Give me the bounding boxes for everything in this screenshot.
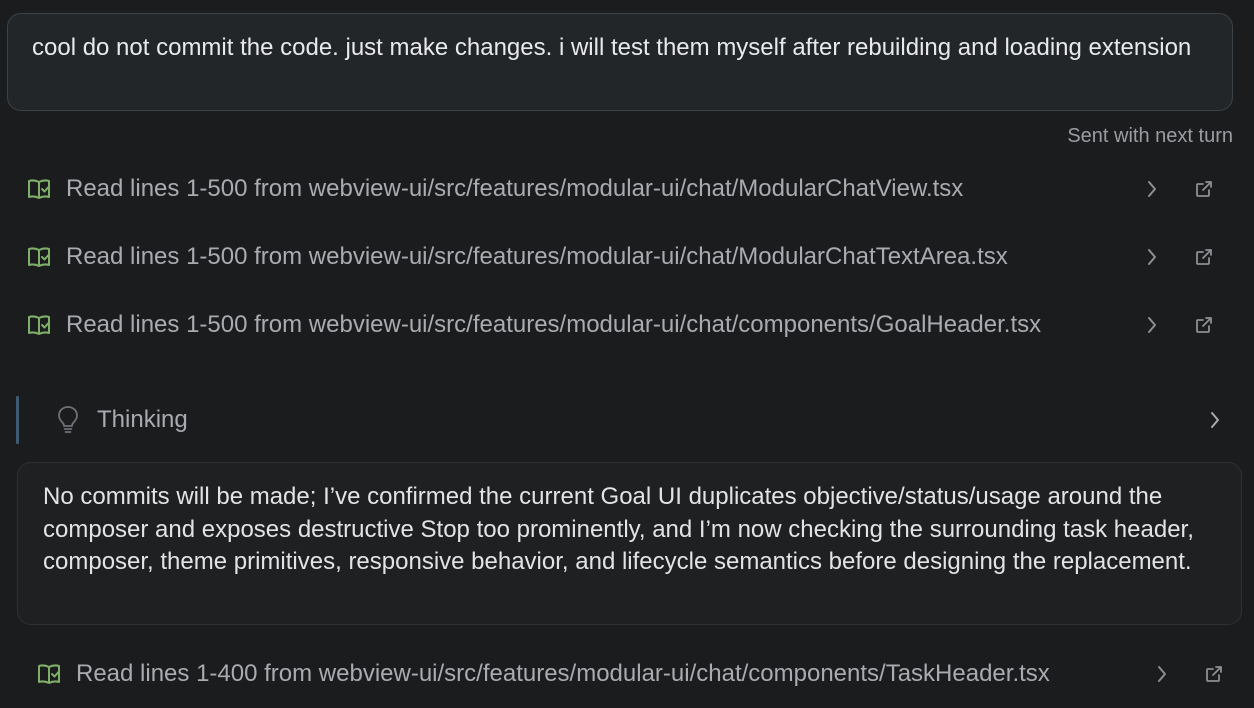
chevron-right-icon[interactable] [1155, 664, 1169, 684]
chevron-right-icon[interactable] [1145, 247, 1159, 267]
external-link-icon[interactable] [1194, 179, 1214, 199]
sent-status-note: Sent with next turn [1067, 125, 1233, 147]
assistant-message-text: No commits will be made; I’ve confirmed … [43, 483, 1194, 575]
read-file-item[interactable]: Read lines 1-500 from webview-ui/src/fea… [26, 169, 1226, 209]
chat-panel: cool do not commit the code. just make c… [0, 0, 1254, 708]
chevron-right-icon[interactable] [1208, 410, 1222, 430]
thinking-label: Thinking [97, 406, 188, 433]
book-check-icon [28, 179, 50, 199]
thinking-accent-bar [16, 396, 19, 444]
external-link-icon[interactable] [1204, 664, 1224, 684]
read-file-label: Read lines 1-500 from webview-ui/src/fea… [66, 311, 1042, 338]
read-file-label: Read lines 1-400 from webview-ui/src/fea… [76, 660, 1050, 687]
read-file-item[interactable]: Read lines 1-500 from webview-ui/src/fea… [26, 305, 1226, 345]
read-file-label: Read lines 1-500 from webview-ui/src/fea… [66, 175, 964, 202]
lightbulb-icon [58, 406, 78, 433]
chevron-right-icon[interactable] [1145, 315, 1159, 335]
chevron-right-icon[interactable] [1145, 179, 1159, 199]
thinking-toggle[interactable]: Thinking [16, 396, 1234, 444]
external-link-icon[interactable] [1194, 315, 1214, 335]
read-file-item[interactable]: Read lines 1-400 from webview-ui/src/fea… [36, 654, 1226, 694]
assistant-message: No commits will be made; I’ve confirmed … [17, 462, 1242, 625]
book-check-icon [28, 315, 50, 335]
book-check-icon [38, 664, 60, 684]
book-check-icon [28, 247, 50, 267]
user-message: cool do not commit the code. just make c… [7, 13, 1233, 111]
read-file-item[interactable]: Read lines 1-500 from webview-ui/src/fea… [26, 237, 1226, 277]
external-link-icon[interactable] [1194, 247, 1214, 267]
read-file-label: Read lines 1-500 from webview-ui/src/fea… [66, 243, 1008, 270]
user-message-text: cool do not commit the code. just make c… [32, 34, 1192, 61]
